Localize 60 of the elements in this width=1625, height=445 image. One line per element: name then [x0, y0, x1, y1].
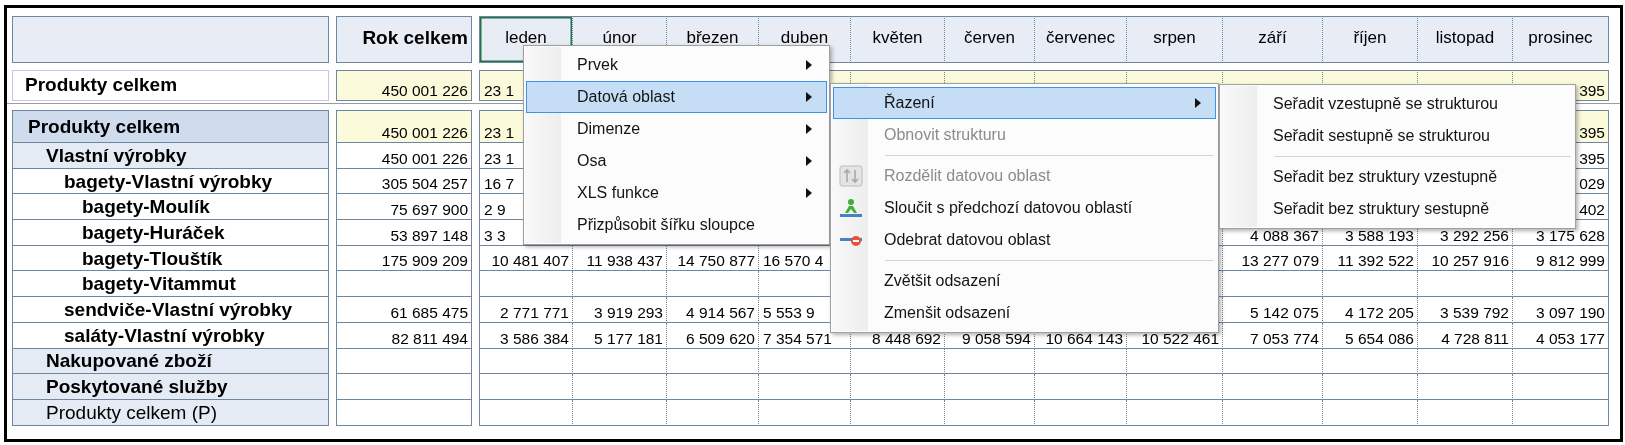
- table-cell: 3 919 293: [573, 297, 667, 323]
- split-icon: [839, 165, 863, 187]
- submenu-arrow-icon: [806, 124, 812, 134]
- table-cell: 5 177 181: [573, 322, 667, 349]
- submenu-arrow-icon: [806, 188, 812, 198]
- column-header[interactable]: srpen: [1127, 16, 1223, 63]
- column-header[interactable]: květen: [851, 16, 945, 63]
- row-header: saláty-Vlastní výrobky: [12, 322, 329, 349]
- column-header[interactable]: červen: [945, 16, 1035, 63]
- row-header: sendviče-Vlastní výrobky: [12, 297, 329, 323]
- column-header[interactable]: listopad: [1418, 16, 1513, 63]
- table-cell: 5 142 075: [1223, 297, 1323, 323]
- table-cell: 3 586 384: [479, 322, 573, 349]
- table-cell: 305 504 257: [336, 168, 472, 195]
- table-cell: 53 897 148: [336, 220, 472, 246]
- table-cell: 82 811 494: [336, 322, 472, 349]
- table-cell: 3 539 792: [1418, 297, 1513, 323]
- submenu-arrow-icon: [806, 60, 812, 70]
- table-cell: 6 509 620: [667, 322, 759, 349]
- row-header: bagety-Vitammut: [12, 271, 329, 298]
- row-header: bagety-Huráček: [12, 220, 329, 246]
- table-cell: 10 257 916: [1418, 245, 1513, 272]
- menu-item[interactable]: Sloučit s předchozí datovou oblastí: [833, 192, 1216, 224]
- table-cell: 450 001 226: [336, 70, 472, 101]
- row-header: Nakupované zboží: [12, 348, 329, 375]
- column-header[interactable]: Rok celkem: [336, 16, 472, 63]
- menu-item[interactable]: Datová oblast: [526, 81, 827, 113]
- table-cell: 175 909 209: [336, 245, 472, 272]
- row-header: Produkty celkem (P): [12, 399, 329, 426]
- table-cell: 450 001 226: [336, 110, 472, 143]
- row-header: bagety-Moulík: [12, 194, 329, 221]
- table-cell: 9 812 999: [1513, 245, 1609, 272]
- table-cell: 11 392 522: [1323, 245, 1418, 272]
- table-cell: 4 728 811: [1418, 322, 1513, 349]
- table-cell: 450 001 226: [336, 143, 472, 169]
- row-header: Vlastní výrobky: [12, 143, 329, 169]
- submenu-arrow-icon: [806, 92, 812, 102]
- column-header[interactable]: prosinec: [1513, 16, 1609, 63]
- table-cell: 61 685 475: [336, 297, 472, 323]
- column-header[interactable]: říjen: [1323, 16, 1418, 63]
- submenu-arrow-icon: [806, 156, 812, 166]
- column-header[interactable]: červenec: [1035, 16, 1127, 63]
- row-header: Produkty celkem: [12, 110, 329, 143]
- merge-icon: [839, 197, 863, 219]
- column-header[interactable]: září: [1223, 16, 1323, 63]
- row-header: Produkty celkem: [12, 70, 329, 101]
- table-cell: 7 053 774: [1223, 322, 1323, 349]
- table-cell: 3 097 190: [1513, 297, 1609, 323]
- table-cell: 75 697 900: [336, 194, 472, 221]
- menu-item[interactable]: Řazení: [833, 87, 1216, 119]
- table-cell: 4 914 567: [667, 297, 759, 323]
- table-cell: 4 053 177: [1513, 322, 1609, 349]
- table-cell: 4 172 205: [1323, 297, 1418, 323]
- row-header: bagety-Vlastní výrobky: [12, 168, 329, 195]
- row-header: bagety-Tlouštík: [12, 245, 329, 272]
- submenu-arrow-icon: [1195, 98, 1201, 108]
- table-cell: 13 277 079: [1223, 245, 1323, 272]
- row-header: Poskytované služby: [12, 374, 329, 400]
- table-cell: 2 771 771: [479, 297, 573, 323]
- table-cell: 5 654 086: [1323, 322, 1418, 349]
